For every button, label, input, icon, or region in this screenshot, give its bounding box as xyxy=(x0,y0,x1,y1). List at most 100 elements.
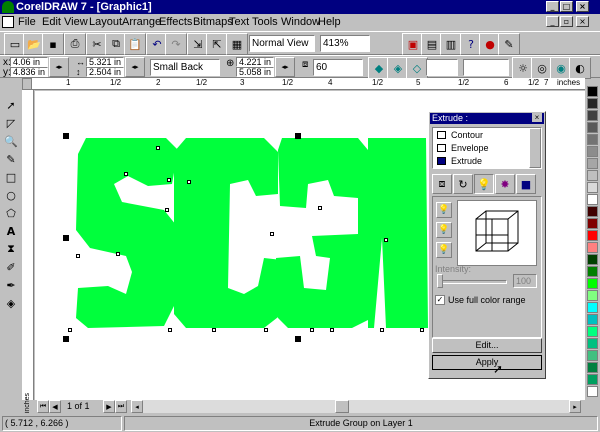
light-1-icon[interactable]: 💡 xyxy=(436,202,452,218)
palette-swatch[interactable] xyxy=(587,122,598,133)
effect-list-item[interactable]: Extrude xyxy=(451,156,482,166)
curve-node[interactable] xyxy=(330,328,334,332)
height-field[interactable]: 2.504 in xyxy=(86,67,124,77)
fill-tool-icon[interactable]: ◈ xyxy=(2,294,20,312)
curve-node[interactable] xyxy=(167,178,171,182)
zoom-level-select[interactable]: 413% xyxy=(320,35,370,52)
extrude-rotation-tab-icon[interactable]: ↻ xyxy=(453,174,473,194)
text-tool-icon[interactable]: A xyxy=(2,222,20,240)
vanishing-point-spinner[interactable]: ◂▸ xyxy=(275,57,295,77)
view-mode-select[interactable]: Normal View xyxy=(249,35,315,52)
scroll-right-icon[interactable]: ▸ xyxy=(569,400,581,413)
shape-tool-icon[interactable]: ◸ xyxy=(2,114,20,132)
y-position-field[interactable]: 4.836 in xyxy=(10,67,48,77)
palette-swatch[interactable] xyxy=(587,278,598,289)
rectangle-tool-icon[interactable]: □ xyxy=(2,168,20,186)
preset-select[interactable] xyxy=(426,59,458,76)
curve-node[interactable] xyxy=(384,238,388,242)
minimize-button[interactable]: _ xyxy=(546,1,559,12)
selection-handle[interactable] xyxy=(63,336,69,342)
docker-title-bar[interactable]: Extrude : × xyxy=(430,113,544,124)
effect-list-item[interactable]: Envelope xyxy=(451,143,489,153)
redo-icon[interactable]: ↷ xyxy=(165,33,187,55)
apply-button[interactable]: Apply xyxy=(432,355,542,370)
doc-close-button[interactable]: × xyxy=(576,16,589,27)
horizontal-scrollbar[interactable] xyxy=(143,400,569,413)
palette-swatch[interactable] xyxy=(587,170,598,181)
freehand-tool-icon[interactable]: ✎ xyxy=(2,150,20,168)
menu-text[interactable]: Text xyxy=(229,16,249,28)
ellipse-tool-icon[interactable]: ○ xyxy=(2,186,20,204)
menu-edit[interactable]: Edit xyxy=(42,16,61,28)
last-page-icon[interactable]: ⏭ xyxy=(115,400,127,413)
curve-node[interactable] xyxy=(264,328,268,332)
curve-node[interactable] xyxy=(68,328,72,332)
x-position-field[interactable]: 4.06 in xyxy=(10,57,48,67)
width-field[interactable]: 5.321 in xyxy=(86,57,124,67)
palette-swatch[interactable] xyxy=(587,158,598,169)
extrude-group-shape[interactable] xyxy=(76,138,428,328)
next-page-icon[interactable]: ▶ xyxy=(103,400,115,413)
vanishing-point-x-field[interactable]: 4.221 in xyxy=(236,57,274,67)
outline-tool-icon[interactable]: ✒ xyxy=(2,276,20,294)
palette-swatch[interactable] xyxy=(587,314,598,325)
list-scrollbar[interactable] xyxy=(529,128,541,168)
curve-node[interactable] xyxy=(116,252,120,256)
palette-swatch[interactable] xyxy=(587,98,598,109)
menu-layout[interactable]: Layout xyxy=(89,16,122,28)
curve-node[interactable] xyxy=(187,180,191,184)
menu-tools[interactable]: Tools xyxy=(252,16,278,28)
palette-swatch[interactable] xyxy=(587,230,598,241)
pencil-icon[interactable]: ✎ xyxy=(498,33,520,55)
curve-node[interactable] xyxy=(310,328,314,332)
ruler-corner[interactable] xyxy=(22,78,32,90)
extrude-color-tab-icon[interactable]: ✸ xyxy=(495,174,515,194)
light-3-icon[interactable]: 💡 xyxy=(436,242,452,258)
scroll-left-icon[interactable]: ◂ xyxy=(131,400,143,413)
intensity-slider-thumb[interactable] xyxy=(437,274,443,288)
menu-view[interactable]: View xyxy=(64,16,88,28)
curve-node[interactable] xyxy=(76,254,80,258)
palette-swatch[interactable] xyxy=(587,362,598,373)
scroll-thumb[interactable] xyxy=(335,400,349,413)
curve-node[interactable] xyxy=(165,208,169,212)
doc-minimize-button[interactable]: _ xyxy=(546,16,559,27)
curve-node[interactable] xyxy=(420,328,424,332)
curve-node[interactable] xyxy=(168,328,172,332)
pick-tool-icon[interactable]: ➚ xyxy=(2,96,20,114)
selection-handle[interactable] xyxy=(63,133,69,139)
doc-restore-button[interactable]: ▫ xyxy=(560,16,573,27)
palette-swatch[interactable] xyxy=(587,326,598,337)
palette-swatch[interactable] xyxy=(587,386,598,397)
prev-page-icon[interactable]: ◀ xyxy=(49,400,61,413)
clear-extrude-icon[interactable]: ◐ xyxy=(569,57,591,79)
menu-help[interactable]: Help xyxy=(318,16,341,28)
save-icon[interactable]: ▪ xyxy=(42,33,64,55)
title-bar[interactable]: CorelDRAW 7 - [Graphic1] _ □ × xyxy=(0,0,600,14)
intensity-field[interactable]: 100 xyxy=(513,274,537,288)
eyedropper-tool-icon[interactable]: ✐ xyxy=(2,258,20,276)
palette-swatch[interactable] xyxy=(587,302,598,313)
zoom-tool-icon[interactable]: 🔍 xyxy=(2,132,20,150)
depth-field[interactable]: 60 xyxy=(313,59,363,76)
selection-handle[interactable] xyxy=(295,336,301,342)
menu-window[interactable]: Window xyxy=(281,16,320,28)
export-icon[interactable]: ⇱ xyxy=(206,33,228,55)
curve-node[interactable] xyxy=(124,172,128,176)
object-manager-icon[interactable]: ▥ xyxy=(440,33,462,55)
menu-effects[interactable]: Effects xyxy=(159,16,192,28)
position-spinner[interactable]: ◂▸ xyxy=(49,57,69,77)
intensity-slider[interactable] xyxy=(437,280,507,284)
print-icon[interactable]: ⎙ xyxy=(64,33,86,55)
extrude-bevel-tab-icon[interactable]: ■ xyxy=(516,174,536,194)
application-launcher-icon[interactable]: ▦ xyxy=(226,33,248,55)
extrude-type-select[interactable]: Small Back xyxy=(150,59,220,76)
palette-swatch[interactable] xyxy=(587,86,598,97)
docker-close-icon[interactable]: × xyxy=(532,113,542,122)
menu-bitmaps[interactable]: Bitmaps xyxy=(193,16,233,28)
curve-node[interactable] xyxy=(156,146,160,150)
palette-swatch[interactable] xyxy=(587,266,598,277)
palette-swatch[interactable] xyxy=(587,206,598,217)
extruded-text-object[interactable] xyxy=(68,138,428,338)
polygon-tool-icon[interactable]: ⬠ xyxy=(2,204,20,222)
